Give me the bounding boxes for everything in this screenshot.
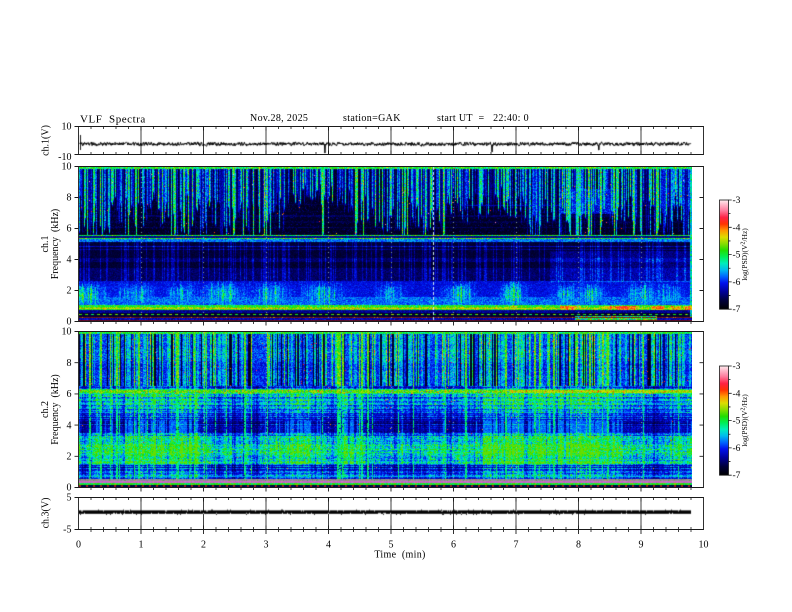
svg-text:Nov.28, 2025: Nov.28, 2025 [250,113,308,124]
svg-text:7: 7 [514,540,519,551]
svg-text:2: 2 [67,452,72,463]
svg-text:6: 6 [67,389,72,400]
svg-text:5: 5 [67,493,72,504]
svg-text:3: 3 [264,540,269,551]
svg-text:-3: -3 [733,362,741,372]
svg-text:ch.3(V): ch.3(V) [41,498,52,529]
svg-text:station=GAK: station=GAK [343,113,401,124]
svg-text:4: 4 [67,420,72,431]
svg-text:2: 2 [67,286,72,297]
svg-text:log(PSD)(V2/Hz): log(PSD)(V2/Hz) [740,228,749,281]
svg-text:VLF Spectra: VLF Spectra [80,114,146,126]
svg-text:-3: -3 [733,196,741,206]
svg-text:10: 10 [62,162,72,173]
svg-text:1: 1 [139,540,144,551]
svg-text:8: 8 [576,540,581,551]
svg-text:4: 4 [67,255,72,266]
svg-text:6: 6 [451,540,456,551]
svg-text:-7: -7 [733,471,741,481]
svg-text:2: 2 [201,540,206,551]
svg-text:-5: -5 [63,525,71,536]
svg-text:-7: -7 [733,305,741,315]
svg-text:4: 4 [326,540,331,551]
svg-text:Time (min): Time (min) [374,550,425,561]
svg-text:Frequency (kHz): Frequency (kHz) [50,209,61,280]
svg-text:10: 10 [62,327,72,338]
svg-text:start UT = 22:40: 0: start UT = 22:40: 0 [437,113,529,124]
svg-text:10: 10 [699,540,709,551]
svg-text:Frequency (kHz): Frequency (kHz) [50,374,61,445]
svg-text:8: 8 [67,193,72,204]
svg-text:log(PSD)(V2/Hz): log(PSD)(V2/Hz) [740,394,749,447]
svg-text:9: 9 [639,540,644,551]
svg-text:0: 0 [76,540,81,551]
svg-text:6: 6 [67,224,72,235]
svg-text:10: 10 [62,122,72,133]
svg-text:ch.1(V): ch.1(V) [41,125,52,156]
svg-text:8: 8 [67,358,72,369]
